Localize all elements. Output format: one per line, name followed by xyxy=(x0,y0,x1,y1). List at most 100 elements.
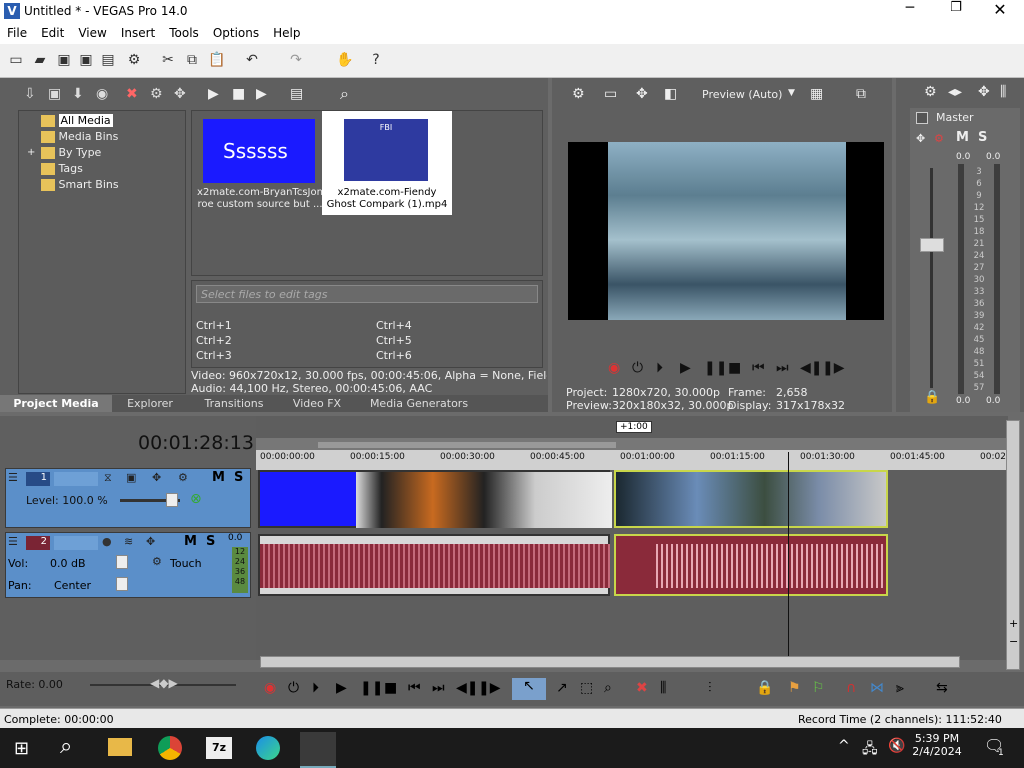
ripple-edit-icon[interactable]: ⫸ xyxy=(896,680,904,696)
mute-button[interactable]: M xyxy=(184,534,197,549)
menu-help[interactable]: Help xyxy=(266,23,307,43)
redo-icon[interactable]: ↷ xyxy=(288,52,304,68)
tag-input[interactable]: Select files to edit tags xyxy=(196,285,538,303)
tab-transitions[interactable]: Transitions xyxy=(188,395,280,412)
go-to-end-icon[interactable]: ⏭ xyxy=(432,680,445,696)
tab-media-generators[interactable]: Media Generators xyxy=(354,395,484,412)
overlays-icon[interactable]: ▦ xyxy=(810,86,823,102)
master-fx-chain-icon[interactable]: ⚙ xyxy=(934,132,944,145)
loop-region[interactable] xyxy=(318,442,616,448)
tree-item-all-media[interactable]: All Media xyxy=(41,114,113,128)
video-fx-icon[interactable]: ✥ xyxy=(636,86,648,102)
shortcut-4[interactable]: Ctrl+4 xyxy=(376,319,412,332)
track-minimize-icon[interactable]: ☰ xyxy=(8,535,18,548)
record-icon[interactable]: ◉ xyxy=(608,360,620,376)
track-name-field[interactable] xyxy=(54,472,98,486)
open-folder-icon[interactable]: ▰ xyxy=(32,52,48,68)
track-minimize-icon[interactable]: ☰ xyxy=(8,471,18,484)
media-properties-icon[interactable]: ⚙ xyxy=(150,86,163,102)
auto-preview-icon[interactable]: ▶ xyxy=(256,86,267,102)
menu-edit[interactable]: Edit xyxy=(34,23,71,43)
zoom-out-icon[interactable]: − xyxy=(1009,635,1018,648)
invert-phase-icon[interactable]: ≋ xyxy=(124,535,133,548)
menu-view[interactable]: View xyxy=(71,23,113,43)
clock[interactable]: 5:39 PM 2/4/2024 xyxy=(906,732,968,758)
shortcut-1[interactable]: Ctrl+1 xyxy=(196,319,232,332)
file-explorer-icon[interactable] xyxy=(108,738,132,756)
solo-button[interactable]: S xyxy=(234,470,243,485)
arm-for-record-icon[interactable]: ● xyxy=(102,535,112,548)
master-fx-icon-2[interactable]: ✥ xyxy=(916,132,925,145)
selection-tool-icon[interactable]: ⬚ xyxy=(580,680,593,696)
show-hidden-icons-icon[interactable]: ^ xyxy=(838,738,850,754)
shortcut-2[interactable]: Ctrl+2 xyxy=(196,334,232,347)
windows-start-icon[interactable]: ⊞ xyxy=(14,738,32,759)
previous-frame-icon[interactable]: ◀❚ xyxy=(456,680,479,696)
audio-clip-1[interactable] xyxy=(258,534,610,596)
horizontal-scrollbar[interactable] xyxy=(260,656,960,668)
stop-icon[interactable]: ■ xyxy=(232,86,245,102)
go-to-end-icon[interactable]: ⏭ xyxy=(776,360,789,376)
volume-slider-handle[interactable] xyxy=(116,555,128,569)
vertical-scrollbar[interactable]: + − xyxy=(1006,420,1020,670)
menu-tools[interactable]: Tools xyxy=(162,23,206,43)
tree-item-media-bins[interactable]: Media Bins xyxy=(41,130,118,143)
video-clip-2[interactable] xyxy=(614,470,888,528)
parent-motion-icon[interactable]: ▣ xyxy=(126,471,136,484)
shortcut-6[interactable]: Ctrl+6 xyxy=(376,349,412,362)
stop-icon[interactable]: ■ xyxy=(728,360,741,376)
loop-icon[interactable]: ⏻ xyxy=(632,360,643,376)
auto-crossfade-icon[interactable]: ⋈ xyxy=(870,680,884,696)
tree-item-tags[interactable]: Tags xyxy=(41,162,83,175)
undo-icon[interactable]: ↶ xyxy=(244,52,260,68)
video-track-header[interactable]: ☰ 1 ⧖ ▣ ✥ ⚙ M S Level: 100.0 % ⊗ xyxy=(5,468,251,528)
volume-muted-icon[interactable]: 🔇 xyxy=(888,738,905,754)
7zip-icon[interactable]: 7z xyxy=(206,737,232,759)
play-from-start-icon[interactable]: ⏵ xyxy=(656,360,663,376)
pan-slider-handle[interactable] xyxy=(116,577,128,591)
region-icon[interactable]: ⚐ xyxy=(812,680,825,696)
paste-icon[interactable]: 📋 xyxy=(208,52,225,68)
render-icon[interactable]: ▤ xyxy=(100,52,116,68)
trim-icon[interactable]: ⫼ xyxy=(660,680,666,696)
play-icon[interactable]: ▶ xyxy=(680,360,691,376)
shortcut-5[interactable]: Ctrl+5 xyxy=(376,334,412,347)
master-settings-icon[interactable]: ⚙ xyxy=(924,84,937,100)
record-icon[interactable]: ◉ xyxy=(264,680,276,696)
menu-insert[interactable]: Insert xyxy=(114,23,162,43)
audio-clip-2[interactable] xyxy=(614,534,888,596)
level-slider-handle[interactable] xyxy=(166,493,178,507)
lock-icon[interactable]: 🔒 xyxy=(924,390,940,405)
track-name-field[interactable] xyxy=(54,536,98,550)
minimize-button[interactable]: ─ xyxy=(896,0,924,22)
preview-quality-dropdown[interactable]: Preview (Auto) xyxy=(702,88,782,101)
network-icon[interactable]: 🖧 xyxy=(862,738,878,762)
zoom-tool-icon[interactable]: ⌕ xyxy=(604,680,612,696)
vegas-taskbar-icon[interactable] xyxy=(300,732,336,768)
track-fx-icon[interactable]: ✥ xyxy=(152,471,161,484)
close-button[interactable]: ✕ xyxy=(986,0,1014,22)
tab-video-fx[interactable]: Video FX xyxy=(280,395,354,412)
rate-slider-handle-icon[interactable]: ◀◆▶ xyxy=(150,676,178,690)
next-frame-icon[interactable]: ❚▶ xyxy=(478,680,501,696)
edge-icon[interactable] xyxy=(256,736,280,760)
media-item[interactable]: FBI x2mate.com-Fiendy Ghost Compark (1).… xyxy=(322,111,452,215)
search-icon[interactable]: ⌕ xyxy=(60,734,72,759)
master-solo-button[interactable]: S xyxy=(978,130,987,145)
menu-options[interactable]: Options xyxy=(206,23,266,43)
touch-dropdown[interactable]: Touch xyxy=(170,557,202,570)
copy-snapshot-icon[interactable]: ⧉ xyxy=(856,86,866,102)
expand-toggle[interactable]: + xyxy=(27,147,35,158)
tab-explorer[interactable]: Explorer xyxy=(112,395,188,412)
mute-button[interactable]: M xyxy=(212,470,225,485)
properties-icon[interactable]: ⚙ xyxy=(126,52,142,68)
lock-event-icon[interactable]: 🔒 xyxy=(756,680,773,696)
views-icon[interactable]: ▤ xyxy=(290,86,303,102)
search-icon[interactable]: ⌕ xyxy=(340,84,349,104)
master-mute-button[interactable]: M xyxy=(956,130,969,145)
stop-icon[interactable]: ■ xyxy=(384,680,397,696)
solo-button[interactable]: S xyxy=(206,534,215,549)
split-icon[interactable]: ⫶ xyxy=(708,680,712,696)
compositing-icons[interactable]: ⊗ xyxy=(190,491,202,507)
master-checkbox[interactable] xyxy=(916,112,928,124)
